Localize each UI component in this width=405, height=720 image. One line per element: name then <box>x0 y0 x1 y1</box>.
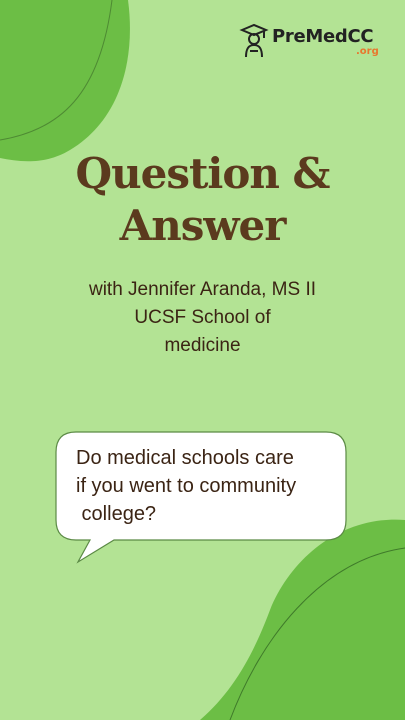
question-text: Do medical schools care if you went to c… <box>76 444 336 528</box>
top-left-blob <box>0 0 130 162</box>
question-line-3: college? <box>76 503 157 525</box>
premedcc-logo: PreMedCC .org <box>238 22 388 62</box>
page-title: Question & Answer <box>0 148 405 252</box>
question-line-1: Do medical schools care <box>76 447 294 469</box>
logo-org-suffix: .org <box>356 46 379 57</box>
title-line-1: Question & <box>75 149 331 198</box>
logo-name: PreMedCC <box>272 26 374 47</box>
guest-school-line-2: medicine <box>164 335 241 356</box>
title-line-2: Answer <box>119 201 287 250</box>
guest-name: with Jennifer Aranda, MS II <box>88 279 317 300</box>
background-shapes <box>0 0 405 720</box>
question-speech-bubble: Do medical schools care if you went to c… <box>55 431 347 564</box>
question-line-2: if you went to community <box>76 475 297 497</box>
guest-school-line-1: UCSF School of <box>134 307 271 328</box>
scholar-icon <box>239 23 269 58</box>
guest-info: with Jennifer Aranda, MS II UCSF School … <box>0 276 405 360</box>
